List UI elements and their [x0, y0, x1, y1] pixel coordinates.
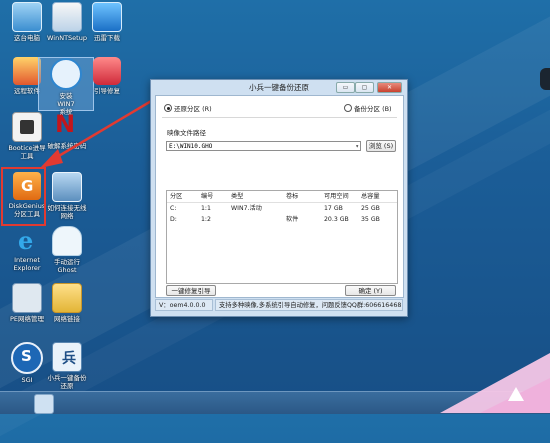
minimize-button[interactable]: ▭: [336, 82, 355, 93]
desktop-icon-boot-repair[interactable]: 引导修复: [80, 57, 134, 95]
divider: [167, 202, 397, 203]
image-path-combobox[interactable]: E:\WIN10.GHO ▾: [166, 141, 361, 151]
image-path-label: 映像文件路径: [167, 129, 206, 137]
highlight-box: [1, 167, 46, 226]
version-label: V：oem4.0.0.0: [155, 299, 213, 311]
ie-icon: e: [18, 226, 34, 255]
radio-selected-icon: [164, 104, 172, 112]
status-message: 支持多种映像,多系统引导自动修复，问题反馈QQ群:606616468: [215, 299, 403, 311]
desktop-icon-network-link[interactable]: 网络链接: [40, 283, 94, 323]
boot-repair-icon: [93, 57, 121, 85]
desktop-icon-ghost[interactable]: 手动运行 Ghost: [40, 226, 94, 274]
status-bar: V：oem4.0.0.0 支持多种映像,多系统引导自动修复，问题反馈QQ群:60…: [155, 299, 403, 313]
image-path-value: E:\WIN10.GHO: [169, 143, 213, 150]
ok-button[interactable]: 确定 (Y): [345, 285, 396, 296]
desktop-icon-thunder[interactable]: 迅雷下载: [80, 2, 134, 42]
install-win7-icon: [50, 58, 82, 90]
password-crack-icon: N: [55, 110, 76, 138]
radio-restore-partition[interactable]: 还原分区 (R): [164, 103, 212, 113]
table-header: 分区 编号 类型 卷标 可用空间 总容量: [170, 193, 380, 200]
restore-button[interactable]: ▢: [355, 82, 374, 93]
radio-unselected-icon: [344, 104, 352, 112]
dialog-titlebar[interactable]: 小兵一键备份还原 ▭ ▢ ✕: [151, 80, 407, 94]
radio-backup-partition[interactable]: 备份分区 (B): [344, 103, 392, 113]
remote-icon: [13, 57, 41, 85]
browse-button[interactable]: 浏览 (S): [366, 140, 396, 152]
desktop-icon-password-crack[interactable]: N 破解系统密码: [40, 110, 94, 150]
table-row[interactable]: C: 1:1 WIN7.活动 17 GB 25 GB: [167, 204, 397, 214]
chevron-down-icon[interactable]: ▾: [355, 142, 359, 152]
watermark-logo: [440, 353, 550, 413]
backup-restore-dialog: 小兵一键备份还原 ▭ ▢ ✕ 还原分区 (R) 备份分区 (B) 映像文件路径 …: [150, 79, 408, 317]
divider: [162, 117, 397, 118]
dialog-body: 还原分区 (R) 备份分区 (B) 映像文件路径 E:\WIN10.GHO ▾ …: [155, 95, 404, 298]
partition-table[interactable]: 分区 编号 类型 卷标 可用空间 总容量 C: 1:1 WIN7.活动 17 G…: [166, 190, 398, 284]
bootice-icon: [12, 112, 42, 142]
network-link-icon: [52, 283, 82, 313]
sgi-icon: S: [11, 342, 43, 374]
computer-icon: [12, 2, 42, 32]
ghost-icon: [52, 226, 82, 256]
backup-restore-icon: 兵: [52, 342, 82, 372]
close-button[interactable]: ✕: [377, 82, 402, 93]
side-widget[interactable]: [540, 68, 550, 90]
desktop-icon-backup-restore[interactable]: 兵 小兵一键备份 还原: [40, 342, 94, 390]
repair-boot-button[interactable]: 一键修复引导: [166, 285, 216, 296]
network-manager-icon: [12, 283, 42, 313]
wireless-help-icon: [52, 172, 82, 202]
taskbar-backup-restore-icon[interactable]: [34, 394, 54, 414]
desktop-icon-wireless-help[interactable]: 如何连接无线 网络: [40, 172, 94, 220]
table-row[interactable]: D: 1:2 软件 20.3 GB 35 GB: [167, 215, 397, 225]
thunder-icon: [92, 2, 122, 32]
winntsetup-icon: [52, 2, 82, 32]
